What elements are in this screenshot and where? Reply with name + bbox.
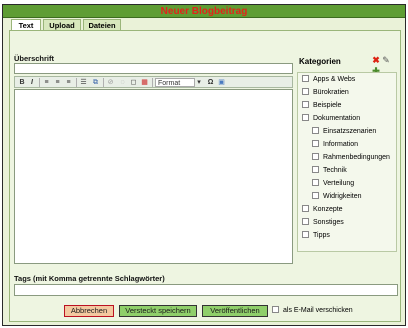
category-list: Apps & Webs Bürokratien Beispiele Dokume… (297, 72, 397, 252)
unlink-icon[interactable]: ⊘ (106, 78, 115, 87)
checkbox[interactable] (302, 75, 309, 82)
category-item[interactable]: Tipps (302, 231, 330, 241)
align-right-icon[interactable]: ≡ (64, 78, 73, 87)
category-item[interactable]: Technik (312, 166, 347, 176)
format-select[interactable]: Format (155, 78, 195, 87)
category-item[interactable]: Dokumentation (302, 114, 360, 124)
checkbox[interactable] (312, 140, 319, 147)
category-item[interactable]: Beispiele (302, 101, 341, 111)
table-icon[interactable]: ▦ (140, 78, 149, 87)
checkbox[interactable] (312, 153, 319, 160)
checkbox[interactable] (302, 114, 309, 121)
checkbox[interactable] (312, 127, 319, 134)
checkbox[interactable] (312, 192, 319, 199)
link-icon[interactable]: ⧉ (91, 78, 100, 87)
category-item[interactable]: Apps & Webs (302, 75, 355, 85)
dialog-title: Neuer Blogbeitrag (160, 6, 248, 17)
heading-input[interactable] (14, 63, 293, 74)
image-icon[interactable]: ◻ (129, 78, 138, 87)
checkbox[interactable] (302, 101, 309, 108)
editor-toolbar: B I ≡ ≡ ≡ ☰ ⧉ ⊘ ◌ ◻ ▦ Format ▾ Ω ▣ (14, 76, 293, 88)
category-item[interactable]: Sonstiges (302, 218, 344, 228)
bold-button[interactable]: B (18, 78, 26, 87)
category-item[interactable]: Rahmenbedingungen (312, 153, 390, 163)
category-item[interactable]: Konzepte (302, 205, 343, 215)
title-bar: Neuer Blogbeitrag (3, 5, 405, 18)
align-left-icon[interactable]: ≡ (42, 78, 51, 87)
categories-panel: Kategorien ✖ ✎✚ Apps & Webs Bürokratien B… (297, 55, 397, 266)
special-char-button[interactable]: Ω (206, 78, 215, 87)
anchor-icon[interactable]: ◌ (118, 78, 127, 87)
list-icon[interactable]: ☰ (79, 78, 88, 87)
category-item[interactable]: Information (312, 140, 358, 150)
checkbox[interactable] (302, 205, 309, 212)
publish-button[interactable]: Veröffentlichen (202, 305, 268, 317)
category-item[interactable]: Widrigkeiten (312, 192, 362, 202)
cancel-button[interactable]: Abbrechen (64, 305, 114, 317)
checkbox[interactable] (302, 88, 309, 95)
delete-icon[interactable]: ✖ (371, 55, 381, 66)
categories-title: Kategorien (299, 57, 341, 66)
html-source-icon[interactable]: ▣ (217, 78, 226, 87)
align-center-icon[interactable]: ≡ (53, 78, 62, 87)
checkbox[interactable] (312, 179, 319, 186)
editor-area[interactable] (14, 89, 293, 264)
format-dropdown-icon[interactable]: ▾ (195, 78, 203, 87)
email-option[interactable]: als E-Mail verschicken (272, 306, 353, 314)
category-item[interactable]: Verteilung (312, 179, 354, 189)
checkbox[interactable] (302, 231, 309, 238)
category-item[interactable]: Bürokratien (302, 88, 349, 98)
checkbox[interactable] (302, 218, 309, 225)
save-hidden-button[interactable]: Versteckt speichern (119, 305, 197, 317)
heading-label: Überschrift (14, 54, 55, 63)
category-item[interactable]: Einsatzszenarien (312, 127, 376, 137)
checkbox[interactable] (312, 166, 319, 173)
edit-icon[interactable]: ✎ (381, 55, 391, 66)
italic-button[interactable]: I (28, 78, 36, 87)
tags-label: Tags (mit Komma getrennte Schlagwörter) (14, 274, 165, 283)
tags-input[interactable] (14, 284, 398, 296)
email-checkbox[interactable] (272, 306, 279, 313)
